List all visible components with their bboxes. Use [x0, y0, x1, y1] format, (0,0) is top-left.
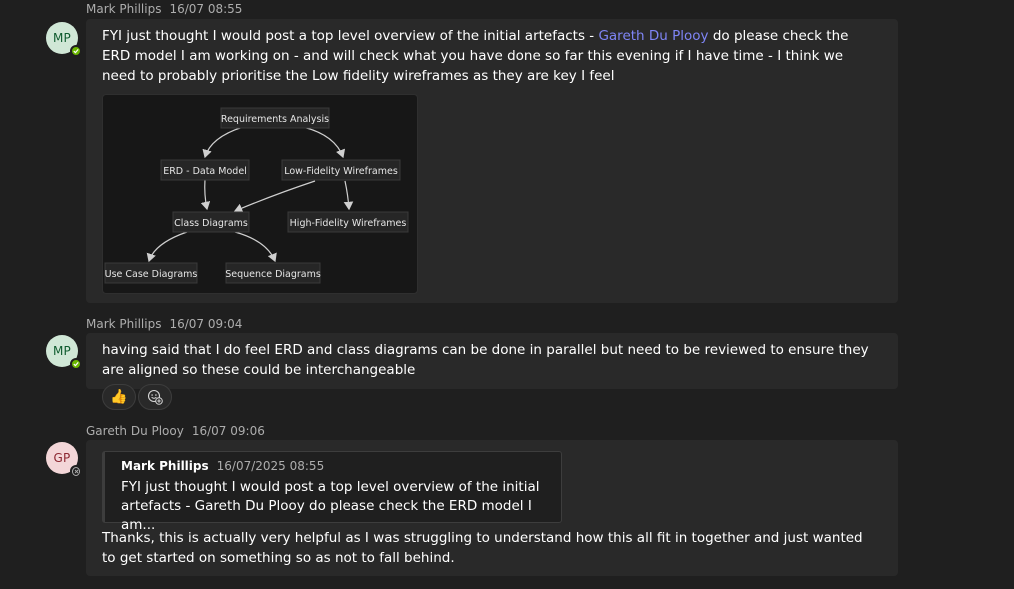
diagram-edge: [234, 231, 277, 263]
avatar-initials: MP: [53, 31, 71, 45]
add-reaction-icon: [147, 389, 163, 405]
message-text: FYI just thought I would post a top leve…: [102, 28, 849, 84]
presence-available-icon: [70, 358, 82, 370]
diagram-edge: [146, 231, 188, 263]
message-header: Mark Phillips 16/07 09:04: [86, 316, 242, 332]
presence-available-icon: [70, 45, 82, 57]
mention-link[interactable]: Gareth Du Plooy: [598, 28, 708, 44]
avatar[interactable]: MP: [46, 22, 82, 57]
diagram-edge: [202, 126, 244, 159]
node-use-case-diagrams: Use Case Diagrams: [104, 262, 198, 284]
message-timestamp: 16/07 09:04: [169, 317, 243, 331]
node-low-fidelity-wireframes: Low-Fidelity Wireframes: [281, 159, 401, 181]
node-class-diagrams: Class Diagrams: [172, 211, 250, 233]
quoted-message[interactable]: Mark Phillips 16/07/2025 08:55 FYI just t…: [102, 451, 562, 533]
node-high-fidelity-wireframes: High-Fidelity Wireframes: [287, 211, 409, 233]
node-erd-data-model: ERD - Data Model: [160, 159, 250, 181]
avatar[interactable]: MP: [46, 335, 82, 370]
author-name[interactable]: Mark Phillips: [86, 2, 161, 16]
message-bubble[interactable]: FYI just thought I would post a top leve…: [86, 19, 898, 303]
svg-text:Class Diagrams: Class Diagrams: [174, 218, 248, 229]
diagram-edge: [200, 178, 211, 211]
svg-text:ERD - Data Model: ERD - Data Model: [163, 166, 247, 177]
diagram-edge: [343, 180, 354, 211]
avatar[interactable]: GP: [46, 442, 82, 477]
quote-timestamp: 16/07/2025 08:55: [216, 459, 325, 473]
message-header: Mark Phillips 16/07 08:55: [86, 1, 242, 17]
avatar-initials: GP: [53, 451, 71, 465]
svg-text:Low-Fidelity Wireframes: Low-Fidelity Wireframes: [284, 166, 398, 177]
thumbs-up-reaction[interactable]: 👍: [102, 384, 136, 410]
thumbs-up-icon: 👍: [110, 389, 128, 405]
add-reaction-button[interactable]: [138, 384, 172, 410]
svg-text:High-Fidelity Wireframes: High-Fidelity Wireframes: [290, 218, 407, 229]
message-timestamp: 16/07 08:55: [169, 2, 243, 16]
svg-text:Requirements Analysis: Requirements Analysis: [221, 114, 329, 125]
diagram-edge: [302, 126, 346, 159]
diagram-edge: [233, 180, 316, 213]
message-header: Gareth Du Plooy 16/07 09:06: [86, 423, 265, 439]
avatar-initials: MP: [53, 344, 71, 358]
author-name[interactable]: Gareth Du Plooy: [86, 424, 184, 438]
author-name[interactable]: Mark Phillips: [86, 317, 161, 331]
node-sequence-diagrams: Sequence Diagrams: [225, 262, 321, 284]
node-requirements-analysis: Requirements Analysis: [220, 107, 330, 129]
svg-text:Sequence Diagrams: Sequence Diagrams: [225, 269, 321, 280]
quote-header: Mark Phillips 16/07/2025 08:55: [121, 459, 324, 473]
diagram-image[interactable]: Requirements Analysis ERD - Data Model L…: [102, 94, 418, 294]
message-text: Thanks, this is actually very helpful as…: [102, 530, 863, 566]
svg-text:Use Case Diagrams: Use Case Diagrams: [105, 269, 198, 280]
quote-text: FYI just thought I would post a top leve…: [121, 479, 540, 533]
quote-author: Mark Phillips: [121, 459, 209, 473]
message-timestamp: 16/07 09:06: [191, 424, 265, 438]
message-bubble[interactable]: Mark Phillips 16/07/2025 08:55 FYI just t…: [86, 440, 898, 576]
presence-offline-icon: [70, 465, 82, 477]
message-text: having said that I do feel ERD and class…: [102, 342, 869, 378]
message-bubble[interactable]: having said that I do feel ERD and class…: [86, 333, 898, 389]
